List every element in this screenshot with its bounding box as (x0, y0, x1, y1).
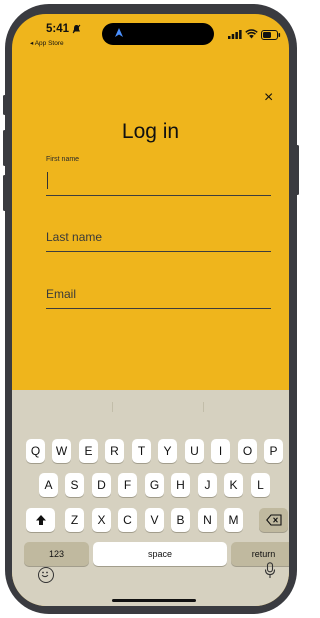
first-name-underline (46, 195, 271, 196)
smiley-face-icon (41, 571, 49, 578)
volume-up-button (3, 130, 6, 166)
space-key[interactable]: space (93, 542, 227, 566)
key-a[interactable]: A (39, 473, 58, 497)
key-j[interactable]: J (198, 473, 217, 497)
email-field[interactable]: Email (46, 287, 76, 301)
battery-icon (261, 30, 281, 40)
key-l[interactable]: L (251, 473, 270, 497)
key-c[interactable]: C (118, 508, 137, 532)
wifi-icon (245, 29, 258, 39)
key-v[interactable]: V (145, 508, 164, 532)
key-u[interactable]: U (185, 439, 204, 463)
key-d[interactable]: D (92, 473, 111, 497)
home-indicator[interactable] (112, 599, 196, 602)
clock: 5:41 (46, 23, 70, 35)
key-f[interactable]: F (118, 473, 137, 497)
key-e[interactable]: E (79, 439, 98, 463)
key-h[interactable]: H (171, 473, 190, 497)
last-name-underline (46, 251, 271, 252)
key-r[interactable]: R (105, 439, 124, 463)
key-p[interactable]: P (264, 439, 283, 463)
key-n[interactable]: N (198, 508, 217, 532)
close-button[interactable]: × (264, 90, 273, 106)
emoji-icon[interactable] (38, 567, 54, 583)
suggestion-divider (203, 402, 204, 412)
numbers-key[interactable]: 123 (24, 542, 89, 566)
first-name-field[interactable] (46, 166, 271, 194)
back-to-app-store-link[interactable]: ◂ App Store (30, 39, 64, 47)
location-arrow-icon (115, 28, 123, 37)
volume-down-button (3, 175, 6, 211)
return-key[interactable]: return (231, 542, 289, 566)
suggestion-divider (112, 402, 113, 412)
do-not-disturb-icon (72, 24, 81, 34)
shift-key[interactable] (26, 508, 55, 532)
screen: 5:41 ◂ App Store × Log in First name Las… (12, 14, 289, 606)
key-z[interactable]: Z (65, 508, 84, 532)
delete-key[interactable] (259, 508, 288, 532)
key-g[interactable]: G (145, 473, 164, 497)
power-button (296, 145, 299, 195)
page-title: Log in (121, 120, 180, 143)
key-t[interactable]: T (132, 439, 151, 463)
email-underline (46, 308, 271, 309)
key-i[interactable]: I (211, 439, 230, 463)
key-x[interactable]: X (92, 508, 111, 532)
cellular-signal-icon (228, 30, 242, 39)
last-name-field[interactable]: Last name (46, 230, 102, 244)
key-o[interactable]: O (238, 439, 257, 463)
key-k[interactable]: K (224, 473, 243, 497)
key-q[interactable]: Q (26, 439, 45, 463)
first-name-label: First name (46, 156, 80, 163)
key-y[interactable]: Y (158, 439, 177, 463)
microphone-icon[interactable] (264, 562, 276, 580)
status-bar: 5:41 ◂ App Store (12, 14, 289, 50)
delete-icon (265, 514, 282, 526)
key-s[interactable]: S (65, 473, 84, 497)
key-b[interactable]: B (171, 508, 190, 532)
key-w[interactable]: W (52, 439, 71, 463)
shift-arrow-icon (35, 515, 46, 525)
mute-switch (3, 95, 6, 115)
text-cursor (47, 172, 48, 189)
key-m[interactable]: M (224, 508, 243, 532)
